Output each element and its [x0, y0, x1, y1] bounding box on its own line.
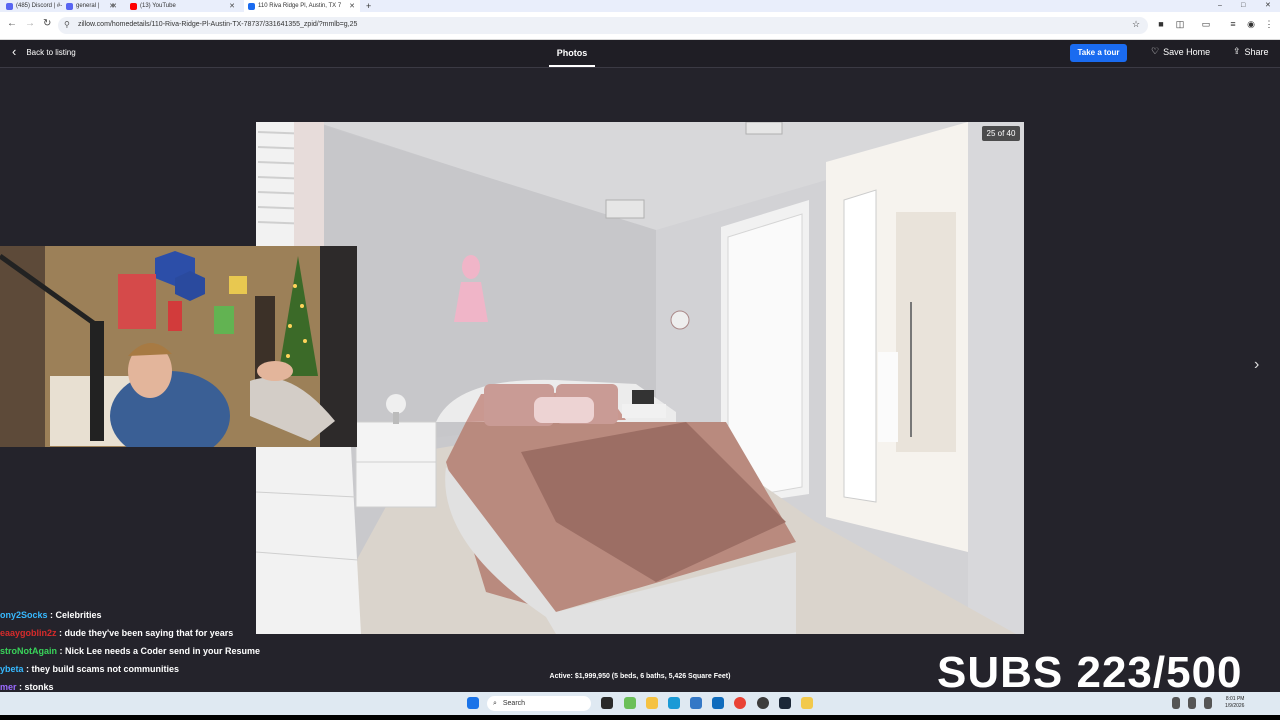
file-explorer-icon[interactable]: [646, 697, 658, 709]
chat-text: : stonks: [16, 682, 54, 692]
close-window-button[interactable]: ✕: [1265, 0, 1271, 12]
task-view-icon[interactable]: [601, 697, 613, 709]
chat-username: eaaygoblin2z: [0, 628, 57, 638]
tab-label: general |: [76, 3, 100, 9]
taskbar-date: 1/9/2026: [1225, 703, 1245, 709]
store-icon[interactable]: [690, 697, 702, 709]
windows-taskbar: ⌕ Search 8:01 PM 1/9/2026: [0, 692, 1280, 715]
chat-username: ony2Socks: [0, 610, 48, 620]
start-icon[interactable]: [467, 697, 479, 709]
listing-caption: Active: $1,999,950 (5 beds, 6 baths, 5,4…: [549, 673, 731, 680]
forward-arrow-icon[interactable]: →: [25, 18, 35, 29]
volume-icon[interactable]: [1188, 697, 1196, 709]
save-home-button[interactable]: ♡ Save Home: [1151, 46, 1210, 57]
subs-goal-overlay: SUBS 223/500: [937, 648, 1243, 697]
photo-counter: 25 of 40: [982, 126, 1020, 141]
chat-text: : Celebrities: [47, 610, 102, 620]
taskbar-search[interactable]: ⌕ Search: [487, 696, 591, 711]
photo-viewer-header: ‹ Back to listing Photos Take a tour ♡ S…: [0, 40, 1280, 68]
webcam-overlay: [0, 246, 357, 447]
chat-message: mer : stonks: [0, 682, 54, 692]
bookmark-star-icon[interactable]: ☆: [1131, 19, 1141, 29]
webcam-feed-illustration: [0, 246, 357, 447]
taskbar-clock[interactable]: 8:01 PM 1/9/2026: [1225, 696, 1244, 710]
screen-bottom-edge: [0, 715, 1280, 720]
bedroom-photo-illustration: [256, 122, 1024, 634]
maximize-button[interactable]: □: [1241, 0, 1245, 12]
chrome-icon[interactable]: [734, 697, 746, 709]
discord-icon: [66, 2, 73, 10]
chat-username: stroNotAgain: [0, 646, 57, 656]
tab-label: (13) YouTube: [140, 3, 176, 9]
chat-text: : Nick Lee needs a Coder send in your Re…: [57, 646, 261, 656]
media-control-icon[interactable]: ≡: [1228, 19, 1238, 29]
chat-username: mer: [0, 682, 17, 692]
back-to-listing-button[interactable]: ‹ Back to listing: [12, 44, 76, 59]
chevron-left-icon: ‹: [12, 44, 17, 59]
chat-message: ybeta : they build scams not communities: [0, 664, 179, 674]
browser-toolbar: ← → ↻ ⚲ zillow.com/homedetails/110-Riva-…: [0, 12, 1280, 40]
tab-youtube[interactable]: (13) YouTube ✕: [126, 0, 240, 12]
take-a-tour-button[interactable]: Take a tour: [1070, 44, 1127, 62]
profile-icon[interactable]: ◉: [1246, 19, 1256, 29]
battery-icon[interactable]: [1204, 697, 1212, 709]
share-button[interactable]: ⇪ Share: [1233, 46, 1269, 57]
steam-icon[interactable]: [779, 697, 791, 709]
tab-zillow[interactable]: 110 Riva Ridge Pl, Austin, TX 7 ✕: [244, 0, 360, 12]
chat-message: ony2Socks : Celebrities: [0, 610, 102, 620]
site-info-icon[interactable]: ⚲: [64, 20, 70, 29]
close-tab-icon[interactable]: ✕: [111, 2, 117, 10]
extension-icon[interactable]: ◫: [1175, 19, 1185, 29]
tab-label: 110 Riva Ridge Pl, Austin, TX 7: [258, 3, 342, 9]
tab-photos[interactable]: Photos: [549, 40, 595, 67]
close-tab-icon[interactable]: ✕: [229, 2, 235, 10]
edge-icon[interactable]: [668, 697, 680, 709]
share-icon: ⇪: [1233, 46, 1241, 56]
listing-photo[interactable]: [256, 122, 1024, 634]
youtube-icon: [130, 2, 137, 10]
tab-label: (485) Discord | #-: [16, 3, 63, 9]
tab-general[interactable]: general | ✕: [62, 0, 122, 12]
new-tab-button[interactable]: +: [366, 0, 371, 12]
chat-text: : dude they've been saying that for year…: [56, 628, 234, 638]
chat-username: ybeta: [0, 664, 24, 674]
minimize-button[interactable]: –: [1218, 0, 1222, 12]
extension-icon[interactable]: ■: [1156, 19, 1166, 29]
obs-icon[interactable]: [757, 697, 769, 709]
url-text[interactable]: zillow.com/homedetails/110-Riva-Ridge-Pl…: [78, 21, 357, 28]
network-icon[interactable]: [1172, 697, 1180, 709]
taskbar-search-label: Search: [502, 700, 526, 707]
chat-message: eaaygoblin2z : dude they've been saying …: [0, 628, 233, 638]
widgets-icon[interactable]: [624, 697, 636, 709]
discord-icon: [6, 2, 13, 10]
share-label: Share: [1244, 46, 1269, 57]
back-arrow-icon[interactable]: ←: [7, 18, 17, 29]
back-to-listing-label: Back to listing: [26, 47, 76, 57]
chevron-right-icon[interactable]: ›: [1254, 356, 1259, 374]
close-tab-icon[interactable]: ✕: [349, 2, 355, 10]
address-bar[interactable]: ⚲ zillow.com/homedetails/110-Riva-Ridge-…: [58, 17, 1148, 34]
sidepanel-icon[interactable]: ▭: [1201, 19, 1211, 29]
zillow-icon: [248, 2, 255, 10]
chat-message: stroNotAgain : Nick Lee needs a Coder se…: [0, 646, 260, 656]
save-home-label: Save Home: [1163, 46, 1211, 57]
search-icon: ⌕: [493, 700, 497, 707]
browser-tab-strip: (485) Discord | #- ✕ general | ✕ (13) Yo…: [0, 0, 1280, 12]
reload-icon[interactable]: ↻: [43, 18, 51, 29]
heart-icon: ♡: [1151, 46, 1160, 56]
menu-icon[interactable]: ⋮: [1264, 19, 1274, 29]
taskbar-time: 8:01 PM: [1225, 696, 1245, 702]
chat-text: : they build scams not communities: [23, 664, 180, 674]
mail-icon[interactable]: [712, 697, 724, 709]
warning-icon[interactable]: [801, 697, 813, 709]
